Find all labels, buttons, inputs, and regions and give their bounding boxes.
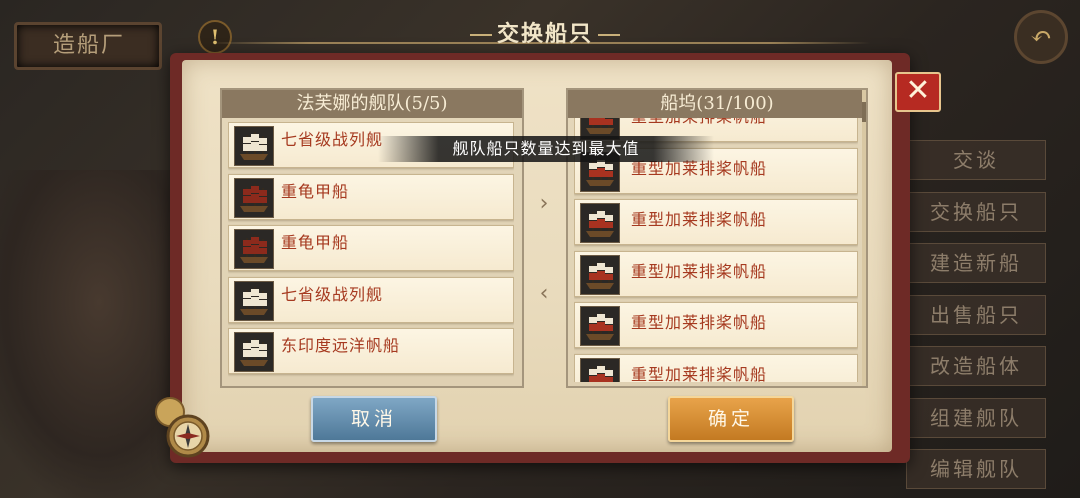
galleass-red-white-sails-icon (580, 306, 620, 346)
fleet-ship-row[interactable]: 东印度远洋帆船 (228, 328, 514, 374)
turtle-ship-red-sails-icon (234, 177, 274, 218)
compass-icon[interactable] (148, 392, 220, 464)
ship-name: 七省级战列舰 (281, 284, 384, 304)
alert-icon[interactable]: ! (198, 20, 232, 54)
back-icon[interactable]: ↶ (1014, 10, 1068, 64)
ship-name: 重龟甲船 (281, 233, 350, 252)
dock-column: 船坞(31/100) 重型加莱排桨帆船 重型加莱排桨帆船 重型加莱排桨帆船 重型加莱排… (566, 88, 868, 388)
galleon-white-sails-icon (234, 280, 274, 321)
ship-name: 重型加莱排桨帆船 (631, 118, 767, 127)
side-menu-item-modify[interactable]: 改造船体 (906, 346, 1046, 386)
fleet-ship-row[interactable]: 重龟甲船 (228, 173, 514, 220)
ship-name: 东印度远洋帆船 (281, 336, 401, 355)
confirm-button[interactable]: 确定 (668, 396, 794, 442)
transfer-right-arrow-icon[interactable]: › (535, 192, 553, 216)
turtle-ship-red-sails-icon (234, 229, 274, 269)
galleon-white-sails-icon (234, 332, 274, 372)
transfer-left-arrow-icon[interactable]: ‹ (535, 282, 553, 306)
galleass-red-white-sails-icon (580, 357, 620, 382)
dock-ship-row[interactable]: 重型加莱排桨帆船 (574, 199, 858, 245)
galleass-red-white-sails-icon (580, 203, 620, 243)
dock-scrollbar[interactable] (862, 90, 866, 386)
fleet-ship-row[interactable]: 七省级战列舰 (228, 276, 514, 323)
shipyard-sign: 造船厂 (14, 22, 162, 70)
dock-ship-row[interactable]: 重型加莱排桨帆船 (574, 353, 858, 383)
fleet-column: 法芙娜的舰队(5/5) 七省级战列舰 重龟甲船 重龟甲船 七省级战列舰 东印度远洋帆船 (220, 88, 524, 388)
scrollbar-thumb[interactable] (862, 102, 866, 122)
dialog-title: 交换船只 (460, 14, 630, 54)
side-menu-item-talk[interactable]: 交谈 (906, 140, 1046, 180)
side-menu-item-form-fleet[interactable]: 组建舰队 (906, 397, 1046, 438)
ship-name: 重型加莱排桨帆船 (631, 210, 768, 229)
side-menu-item-build[interactable]: 建造新船 (906, 243, 1046, 283)
ship-name: 重型加莱排桨帆船 (631, 364, 768, 383)
galleon-white-sails-icon (234, 126, 274, 166)
galleass-red-white-sails-icon (580, 254, 620, 295)
close-button[interactable]: ✕ (895, 72, 941, 112)
dock-ship-row[interactable]: 重型加莱排桨帆船 (574, 302, 858, 348)
side-menu-item-sell[interactable]: 出售船只 (906, 294, 1046, 335)
ship-name: 重龟甲船 (281, 181, 350, 201)
cancel-button[interactable]: 取消 (311, 396, 437, 442)
ship-name: 重型加莱排桨帆船 (631, 313, 768, 332)
dock-header: 船坞(31/100) (568, 90, 866, 118)
dock-ship-row[interactable]: 重型加莱排桨帆船 (574, 250, 858, 297)
fleet-header: 法芙娜的舰队(5/5) (222, 90, 522, 118)
side-menu: 交谈 交换船只 建造新船 出售船只 改造船体 组建舰队 编辑舰队 (906, 140, 1046, 498)
ship-name: 七省级战列舰 (281, 130, 384, 149)
ship-name: 重型加莱排桨帆船 (631, 261, 768, 281)
side-menu-item-exchange[interactable]: 交换船只 (906, 191, 1046, 232)
toast-message: 舰队船只数量达到最大值 (378, 136, 714, 162)
fleet-ship-row[interactable]: 重龟甲船 (228, 225, 514, 271)
side-menu-item-edit-fleet[interactable]: 编辑舰队 (906, 449, 1046, 489)
